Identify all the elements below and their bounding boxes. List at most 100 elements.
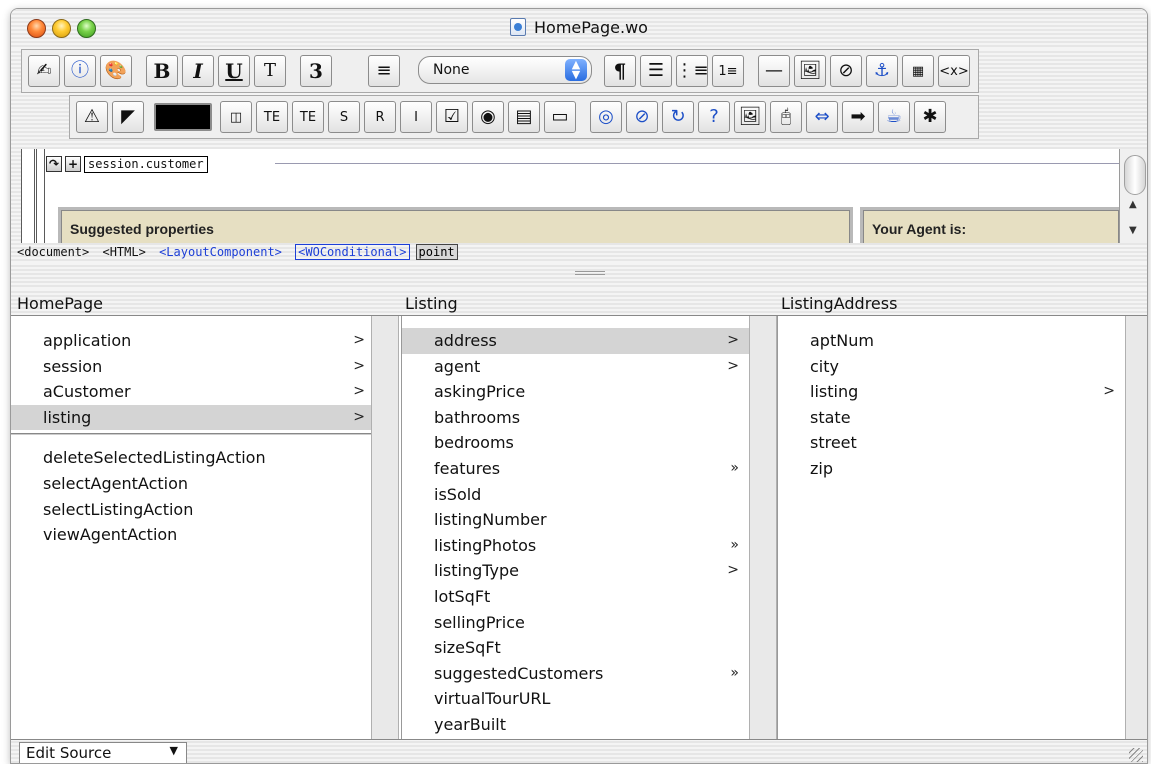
text-field-icon[interactable]: TE	[256, 101, 288, 133]
resize-grip-icon[interactable]	[1129, 748, 1143, 762]
list-item[interactable]: bathrooms	[402, 405, 749, 431]
list-item[interactable]: listingPhotos»	[402, 533, 749, 559]
link-icon[interactable]: ⊘	[830, 55, 862, 87]
list-item[interactable]: zip	[778, 456, 1125, 482]
scroll-down-icon[interactable]: ▼	[1129, 225, 1137, 236]
hyperlink-icon[interactable]: ⊘	[626, 101, 658, 133]
path-document[interactable]: <document>	[17, 245, 89, 259]
column-scrollbar-listingaddress[interactable]	[1125, 316, 1147, 740]
list-item[interactable]: viewAgentAction	[11, 522, 371, 548]
list-item[interactable]: agent >	[402, 354, 749, 380]
path-woconditional[interactable]: <WOConditional>	[295, 244, 410, 260]
list-item[interactable]: session >	[11, 354, 371, 380]
chevron-right-icon: >	[353, 332, 365, 348]
list-item[interactable]: selectAgentAction	[11, 471, 371, 497]
anchor-icon[interactable]: ⚓	[866, 55, 898, 87]
font-size-button[interactable]: 3	[300, 55, 332, 87]
tag-tool-icon[interactable]: ✍	[28, 55, 60, 87]
paragraph-format-select[interactable]: None ▲ ▼	[418, 56, 592, 84]
split-view-divider[interactable]	[11, 263, 1147, 289]
list-item[interactable]: features»	[402, 456, 749, 482]
checkbox-icon[interactable]: ☑	[436, 101, 468, 133]
underline-button[interactable]: U	[218, 55, 250, 87]
color-well[interactable]	[154, 103, 212, 131]
color-palette-icon[interactable]: 🎨	[100, 55, 132, 87]
generic-element-icon[interactable]: ➡	[842, 101, 874, 133]
align-icon[interactable]: ≡	[368, 55, 400, 87]
list-item[interactable]: listingType >	[402, 558, 749, 584]
list-item[interactable]: suggestedCustomers»	[402, 661, 749, 687]
list-item[interactable]: aCustomer >	[11, 379, 371, 405]
active-link-icon[interactable]: 🖰	[770, 101, 802, 133]
paragraph-button[interactable]: ¶	[604, 55, 636, 87]
numbered-list-icon[interactable]: 1≡	[712, 55, 744, 87]
image-icon[interactable]: 🖼	[794, 55, 826, 87]
text-area-icon[interactable]: TE	[292, 101, 324, 133]
column-homepage: application > session > aCustomer > listing…	[11, 316, 371, 740]
list-item[interactable]: lotSqFt	[402, 584, 749, 610]
typewriter-button[interactable]: T	[254, 55, 286, 87]
preformatted-icon[interactable]: ☰	[640, 55, 672, 87]
list-item[interactable]: city	[778, 354, 1125, 380]
splitter-grip-icon[interactable]	[575, 271, 605, 275]
active-image-icon[interactable]: ↻	[662, 101, 694, 133]
list-item[interactable]: state	[778, 405, 1125, 431]
component-content-icon[interactable]: ⇔	[806, 101, 838, 133]
list-item[interactable]: isSold	[402, 482, 749, 508]
conditional-toggle-icon[interactable]: ↷	[46, 156, 62, 172]
bold-button[interactable]: B	[146, 55, 178, 87]
wo-image-icon[interactable]: 🖼	[734, 101, 766, 133]
path-point[interactable]: point	[415, 244, 458, 260]
column-scrollbar-homepage[interactable]	[371, 316, 399, 740]
element-path-bar: <document> <HTML> <LayoutComponent> <WOC…	[11, 243, 1147, 263]
scroll-up-icon[interactable]: ▲	[1129, 199, 1137, 210]
list-item[interactable]: sellingPrice	[402, 610, 749, 636]
radio-button-icon[interactable]: ◉	[472, 101, 504, 133]
list-item[interactable]: selectListingAction	[11, 497, 371, 523]
editor-scrollbar[interactable]: ▲ ▼	[1119, 149, 1147, 243]
warning-icon[interactable]: ⚠	[76, 101, 108, 133]
list-item-selected[interactable]: address >	[402, 328, 749, 354]
double-chevron-icon: »	[730, 664, 739, 681]
bullet-list-icon[interactable]: ⋮≡	[675, 55, 709, 87]
popup-menu-icon[interactable]: ▭	[544, 101, 576, 133]
form-icon[interactable]: ◫	[220, 101, 252, 133]
reset-button-icon[interactable]: R	[364, 101, 396, 133]
list-item[interactable]: deleteSelectedListingAction	[11, 445, 371, 471]
scroll-thumb[interactable]	[1124, 155, 1146, 195]
negate-plus-icon[interactable]: +	[65, 156, 81, 172]
list-item[interactable]: listingNumber	[402, 507, 749, 533]
custom-tag-icon[interactable]: <x>	[938, 55, 970, 87]
list-item[interactable]: sizeSqFt	[402, 635, 749, 661]
path-layout-component[interactable]: <LayoutComponent>	[159, 245, 282, 259]
image-button-icon[interactable]: I	[400, 101, 432, 133]
list-item[interactable]: yearBuilt	[402, 712, 749, 738]
conditional-element[interactable]: ↷ + session.customer	[46, 155, 208, 173]
browser-list-icon[interactable]: ▤	[508, 101, 540, 133]
edit-source-select[interactable]: Edit Source ▼	[19, 742, 187, 763]
path-html[interactable]: <HTML>	[102, 245, 145, 259]
inspector-info-icon[interactable]: ⓘ	[64, 55, 96, 87]
column-scrollbar-listing[interactable]	[749, 316, 777, 740]
list-item[interactable]: listing >	[778, 379, 1125, 405]
layout-editor[interactable]: ↷ + session.customer Suggested propertie…	[21, 149, 1122, 243]
horizontal-rule-icon[interactable]: —	[758, 55, 790, 87]
conditional-icon[interactable]: ?	[698, 101, 730, 133]
conditional-binding[interactable]: session.customer	[84, 155, 208, 173]
list-item[interactable]: virtualTourURL	[402, 686, 749, 712]
list-item-selected[interactable]: listing >	[11, 404, 371, 431]
list-item[interactable]: askingPrice	[402, 379, 749, 405]
toolbar-webobjects: ⚠ ◤ ◫ TE TE S R I ☑ ◉ ▤ ▭ ◎ ⊘ ↻ ? 🖼 🖰 ⇔ …	[69, 95, 979, 139]
table-icon[interactable]: ▦	[902, 55, 934, 87]
list-item[interactable]: street	[778, 430, 1125, 456]
list-item[interactable]: bedrooms	[402, 430, 749, 456]
list-item[interactable]: application >	[11, 328, 371, 354]
java-applet-icon[interactable]: ☕	[878, 101, 910, 133]
submit-button-icon[interactable]: S	[328, 101, 360, 133]
repetition-icon[interactable]: ◎	[590, 101, 622, 133]
italic-button[interactable]: I	[182, 55, 214, 87]
list-item[interactable]: aptNum	[778, 328, 1125, 354]
column-header-homepage: HomePage	[17, 294, 103, 313]
custom-element-icon[interactable]: ✱	[914, 101, 946, 133]
component-icon[interactable]: ◤	[112, 101, 144, 133]
